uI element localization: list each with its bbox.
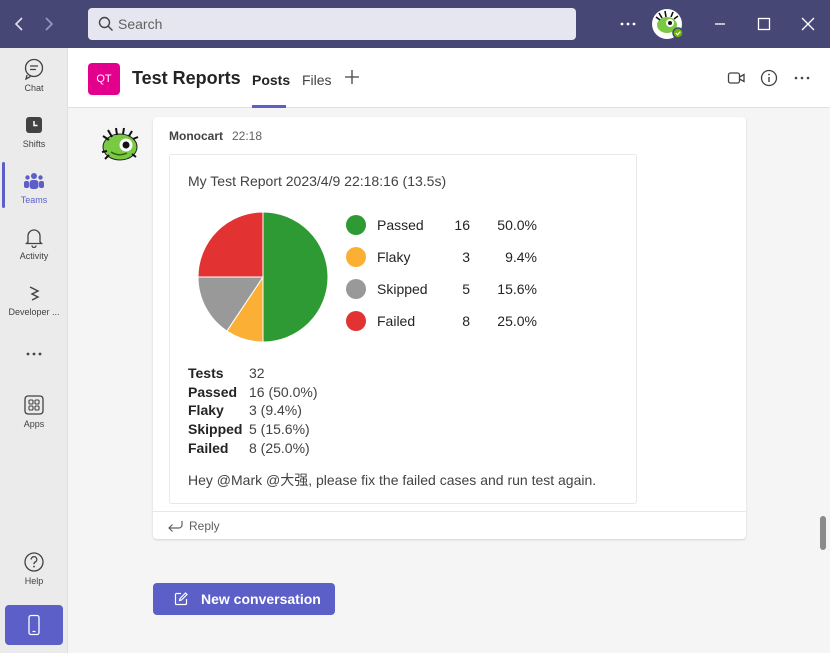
stat-row-passed: Passed 16 (50.0%) [188,384,388,402]
mobile-app-button[interactable] [5,605,63,645]
reply-button[interactable]: Reply [153,511,746,539]
developer-portal-icon [29,286,40,301]
results-pie-chart [197,211,329,343]
phone-icon [28,614,40,636]
legend-swatch-flaky [346,247,366,267]
pie-slice-failed [197,211,264,278]
rail-item-apps[interactable]: Apps [0,394,68,446]
rail-label-shifts: Shifts [22,139,46,149]
legend-label: Skipped [377,281,428,297]
rail-item-chat[interactable]: Chat [0,58,68,110]
rail-item-teams[interactable]: Teams [0,170,68,222]
bell-icon [24,229,44,248]
legend-count: 16 [454,217,470,233]
legend-label: Failed [377,313,416,329]
message-card: Monocart 22:18 My Test Report 2023/4/9 2… [153,117,746,539]
legend-count: 5 [462,281,470,297]
team-avatar[interactable]: QT [88,63,120,95]
stat-label: Tests [188,365,224,381]
rail-label-activity: Activity [19,251,49,261]
shifts-icon [26,117,42,133]
minimize-icon[interactable] [710,14,730,34]
legend-percent: 15.6% [497,281,537,297]
legend-swatch-passed [346,215,366,235]
pie-slice-passed [262,211,329,343]
sender-avatar[interactable] [99,126,141,164]
legend-row-failed: Failed 8 25.0% [346,309,566,333]
stat-value: 5 (15.6%) [249,421,310,437]
reply-label: Reply [189,519,220,533]
channel-header: QT Test Reports Posts Files [68,48,830,108]
message-timestamp: 22:18 [232,129,263,143]
info-icon[interactable] [759,68,779,88]
message-sender[interactable]: Monocart [169,129,223,143]
stat-value: 8 (25.0%) [249,440,310,456]
rail-label-chat: Chat [24,83,44,93]
legend-percent: 50.0% [497,217,537,233]
user-avatar[interactable] [651,8,685,40]
legend-label: Passed [377,217,424,233]
reply-arrow-icon [168,521,183,532]
stat-label: Skipped [188,421,243,437]
new-conversation-button[interactable]: New conversation [153,583,335,615]
rail-item-more[interactable] [0,344,68,368]
stat-value: 32 [249,365,265,381]
report-title: My Test Report 2023/4/9 22:18:16 (13.5s) [188,173,447,189]
stat-value: 16 (50.0%) [249,384,318,400]
new-conversation-label: New conversation [201,591,321,607]
stat-label: Passed [188,384,238,400]
legend-row-flaky: Flaky 3 9.4% [346,245,566,269]
test-report-card: My Test Report 2023/4/9 22:18:16 (13.5s)… [169,154,637,504]
channel-more-icon[interactable] [792,68,812,88]
apps-icon [24,395,44,415]
legend-swatch-skipped [346,279,366,299]
title-bar: Search [0,0,830,48]
rail-label-help: Help [24,576,44,586]
stat-value: 3 (9.4%) [249,402,302,418]
mention-message: Hey @Mark @大强, please fix the failed cas… [188,472,597,488]
legend-count: 3 [462,249,470,265]
rail-label-teams: Teams [20,195,48,205]
add-tab-icon[interactable] [342,67,362,87]
legend-label: Flaky [377,249,411,265]
stat-label: Flaky [188,402,224,418]
stat-row-tests: Tests 32 [188,365,388,383]
close-icon[interactable] [798,14,818,34]
stat-row-flaky: Flaky 3 (9.4%) [188,402,388,420]
maximize-icon[interactable] [754,14,774,34]
rail-item-help[interactable]: Help [0,551,68,603]
more-apps-icon [26,352,42,356]
back-arrow-icon[interactable] [10,14,30,34]
rail-label-developer: Developer ... [8,307,60,317]
search-placeholder: Search [118,16,163,32]
rail-item-developer[interactable]: Developer ... [0,282,68,334]
legend-count: 8 [462,313,470,329]
chat-icon [24,58,44,80]
legend-percent: 9.4% [505,249,537,265]
app-rail: Chat Shifts Teams Activity Developer ...… [0,48,68,653]
legend-row-skipped: Skipped 5 15.6% [346,277,566,301]
more-options-icon[interactable] [618,14,638,34]
legend-row-passed: Passed 16 50.0% [346,213,566,237]
scrollbar-thumb[interactable] [820,516,826,550]
tab-posts[interactable]: Posts [252,72,290,88]
tab-files[interactable]: Files [302,72,332,88]
teams-icon [24,173,44,189]
search-input[interactable]: Search [88,8,576,40]
legend-percent: 25.0% [497,313,537,329]
meet-video-icon[interactable] [726,68,746,88]
rail-item-activity[interactable]: Activity [0,226,68,278]
channel-title: Test Reports [132,68,241,88]
help-icon [24,552,44,572]
rail-label-apps: Apps [23,419,45,429]
stat-label: Failed [188,440,229,456]
rail-item-shifts[interactable]: Shifts [0,114,68,166]
stat-row-skipped: Skipped 5 (15.6%) [188,421,388,439]
active-tab-indicator [252,105,286,108]
legend-swatch-failed [346,311,366,331]
search-icon [98,16,113,31]
stat-row-failed: Failed 8 (25.0%) [188,440,388,458]
compose-icon [174,592,188,606]
forward-arrow-icon[interactable] [38,14,58,34]
